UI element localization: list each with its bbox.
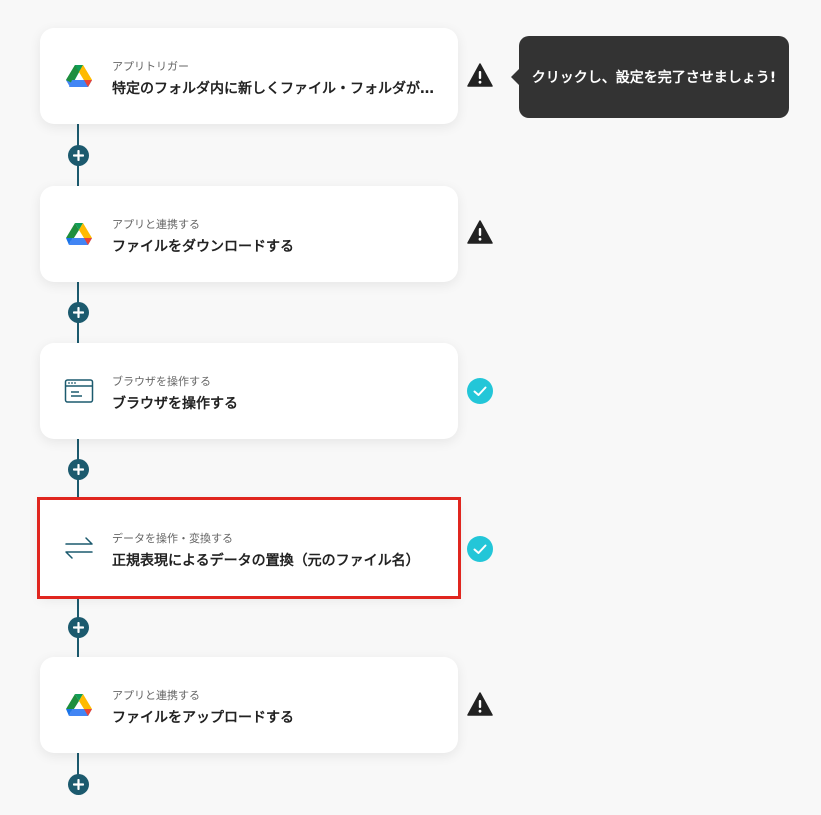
plus-icon: [73, 307, 84, 318]
step-type-label: アプリトリガー: [112, 60, 189, 73]
add-step-button[interactable]: [68, 459, 89, 480]
step-type-label: ブラウザを操作する: [112, 375, 211, 388]
flow-step-card[interactable]: アプリと連携する ファイルをアップロードする: [40, 657, 458, 753]
plus-icon: [73, 622, 84, 633]
add-step-button[interactable]: [68, 774, 89, 795]
browser-window-icon: [64, 376, 94, 406]
swap-arrows-icon: [64, 533, 94, 563]
flow-step-card[interactable]: データを操作・変換する 正規表現によるデータの置換（元のファイル名）: [37, 497, 461, 599]
add-step-button[interactable]: [68, 302, 89, 323]
setup-tooltip: クリックし、設定を完了させましょう!: [511, 36, 789, 118]
step-type-label: アプリと連携する: [112, 218, 200, 231]
flow-step-card[interactable]: ブラウザを操作する ブラウザを操作する: [40, 343, 458, 439]
warning-icon: [467, 219, 493, 245]
step-title: ファイルをアップロードする: [112, 710, 294, 726]
check-complete-icon: [467, 378, 493, 404]
step-type-label: アプリと連携する: [112, 689, 200, 702]
warning-icon: [467, 691, 493, 717]
step-title: ブラウザを操作する: [112, 396, 238, 412]
plus-icon: [73, 150, 84, 161]
flow-step-card[interactable]: アプリトリガー 特定のフォルダ内に新しくファイル・フォルダが作成されたら: [40, 28, 458, 124]
plus-icon: [73, 464, 84, 475]
check-complete-icon: [467, 536, 493, 562]
add-step-button[interactable]: [68, 617, 89, 638]
step-title: 正規表現によるデータの置換（元のファイル名）: [112, 553, 420, 569]
flow-step-card[interactable]: アプリと連携する ファイルをダウンロードする: [40, 186, 458, 282]
google-drive-icon: [64, 690, 94, 720]
google-drive-icon: [64, 61, 94, 91]
warning-icon: [467, 62, 493, 88]
step-title: 特定のフォルダ内に新しくファイル・フォルダが作成されたら: [112, 81, 442, 97]
google-drive-icon: [64, 219, 94, 249]
add-step-button[interactable]: [68, 145, 89, 166]
step-type-label: データを操作・変換する: [112, 532, 233, 545]
step-title: ファイルをダウンロードする: [112, 239, 294, 255]
tooltip-text: クリックし、設定を完了させましょう!: [531, 70, 777, 86]
plus-icon: [73, 779, 84, 790]
